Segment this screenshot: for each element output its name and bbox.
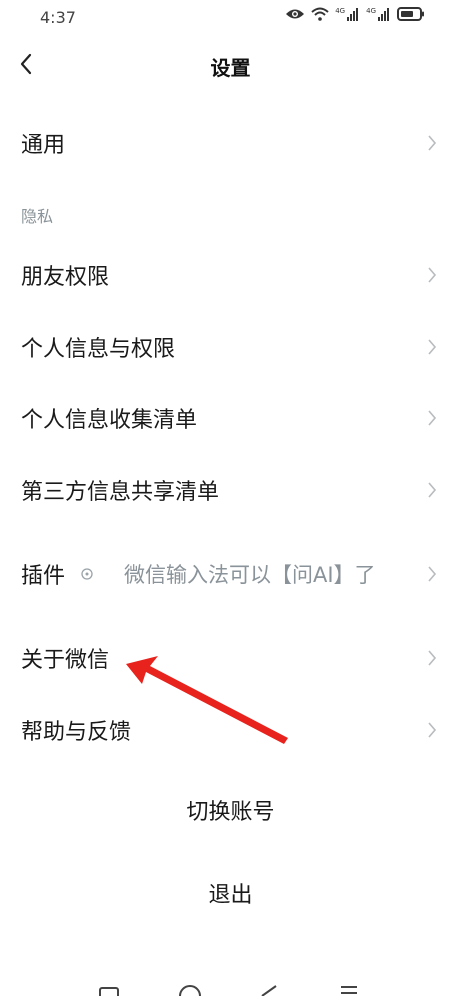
signal-4g-icon: 4G: [335, 7, 360, 21]
wifi-icon: [311, 7, 329, 21]
status-time: 4:37: [40, 8, 76, 27]
menu-item-about-wechat[interactable]: 关于微信: [0, 628, 461, 688]
network-type-label: 4G: [335, 7, 346, 15]
chevron-right-icon: [428, 650, 437, 666]
chevron-right-icon: [428, 410, 437, 426]
menu-item-third-party-sharing[interactable]: 第三方信息共享清单: [0, 460, 461, 520]
menu-item-label: 个人信息收集清单: [21, 408, 198, 433]
menu-item-label: 朋友权限: [21, 265, 110, 290]
page-title: 设置: [210, 56, 251, 80]
menu-item-help-feedback[interactable]: 帮助与反馈: [0, 700, 461, 760]
menu-item-label: 通用: [21, 133, 66, 158]
menu-item-friend-permissions[interactable]: 朋友权限: [0, 245, 461, 305]
menu-item-personal-info-collection[interactable]: 个人信息收集清单: [0, 388, 461, 448]
network-type-label: 4G: [366, 7, 376, 15]
menu-item-label: 第三方信息共享清单: [21, 480, 220, 505]
chevron-right-icon: [428, 482, 437, 498]
plugin-note: 微信输入法可以【问AI】了: [124, 563, 376, 587]
chevron-right-icon: [428, 267, 437, 283]
menu-item-general[interactable]: 通用: [0, 113, 461, 173]
menu-item-label: 帮助与反馈: [21, 720, 132, 745]
menu-item-label: 插件: [21, 564, 66, 589]
plugin-badge-icon: [81, 568, 93, 580]
circle-icon[interactable]: [178, 984, 202, 996]
battery-icon: [397, 7, 424, 21]
menu-item-label: 个人信息与权限: [21, 337, 176, 362]
status-icons: 4G 4G: [285, 7, 425, 21]
menu-item-plugins[interactable]: 插件 微信输入法可以【问AI】了: [0, 544, 461, 604]
section-label-privacy: 隐私: [21, 207, 54, 226]
menu-item-personal-info-permissions[interactable]: 个人信息与权限: [0, 317, 461, 377]
triangle-back-icon[interactable]: [258, 984, 280, 996]
logout-button[interactable]: 退出: [0, 866, 461, 926]
system-nav-bar: [0, 976, 461, 996]
eye-icon: [286, 9, 305, 19]
chevron-right-icon: [428, 339, 437, 355]
menu-item-label: 关于微信: [21, 648, 110, 673]
header: 设置: [0, 40, 461, 92]
square-icon[interactable]: [98, 986, 120, 996]
signal-4g-icon: 4G: [366, 7, 391, 21]
chevron-right-icon: [428, 135, 437, 151]
chevron-right-icon: [428, 566, 437, 582]
menu-icon[interactable]: [338, 984, 360, 996]
chevron-right-icon: [428, 722, 437, 738]
switch-account-button[interactable]: 切换账号: [0, 783, 461, 843]
status-bar: 4:37 4G 4G: [0, 0, 461, 36]
